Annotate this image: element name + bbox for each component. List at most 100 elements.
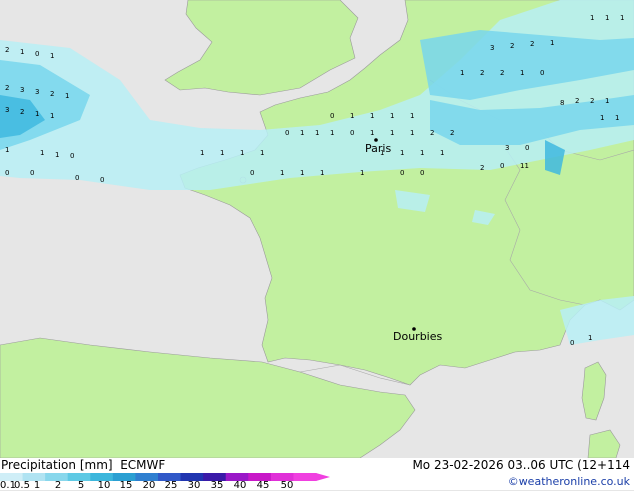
legend-tick-label: 10: [97, 480, 111, 491]
svg-text:1: 1: [615, 114, 619, 122]
legend-tick-label: 30: [187, 480, 201, 491]
svg-text:0: 0: [30, 169, 34, 177]
svg-text:3: 3: [20, 86, 24, 94]
credit-link[interactable]: ©weatheronline.co.uk: [508, 475, 630, 488]
svg-text:2: 2: [20, 108, 24, 116]
legend-footer: Precipitation [mm] ECMWF Mo 23-02-2026 0…: [0, 458, 634, 491]
svg-text:1: 1: [605, 97, 609, 105]
svg-text:2: 2: [5, 84, 9, 92]
svg-text:1: 1: [588, 334, 592, 342]
svg-text:1: 1: [520, 69, 524, 77]
legend-tick-label: 45: [256, 480, 270, 491]
svg-text:1: 1: [360, 169, 364, 177]
svg-text:2: 2: [500, 69, 504, 77]
svg-text:1: 1: [370, 129, 374, 137]
svg-text:2: 2: [480, 164, 484, 172]
svg-text:0: 0: [285, 129, 289, 137]
svg-text:1: 1: [590, 14, 594, 22]
svg-text:1: 1: [420, 149, 424, 157]
svg-text:3: 3: [35, 88, 39, 96]
svg-text:2: 2: [50, 90, 54, 98]
svg-text:0: 0: [540, 69, 544, 77]
svg-text:0: 0: [400, 169, 404, 177]
legend-tick-label: 2: [54, 480, 62, 491]
svg-text:0: 0: [330, 112, 334, 120]
svg-text:0: 0: [420, 169, 424, 177]
svg-text:11: 11: [520, 162, 529, 170]
svg-text:1: 1: [55, 151, 59, 159]
svg-text:0: 0: [525, 144, 529, 152]
svg-text:1: 1: [410, 112, 414, 120]
svg-text:0: 0: [250, 169, 254, 177]
svg-text:2: 2: [430, 129, 434, 137]
svg-text:1: 1: [65, 92, 69, 100]
svg-text:2: 2: [530, 40, 534, 48]
svg-text:0: 0: [570, 339, 574, 347]
svg-text:1: 1: [300, 129, 304, 137]
legend-tick-label: 0.5: [14, 480, 30, 491]
svg-text:2: 2: [450, 129, 454, 137]
legend-tick-label: 25: [164, 480, 178, 491]
svg-text:1: 1: [600, 114, 604, 122]
svg-text:0: 0: [35, 50, 39, 58]
product-label: Precipitation [mm]: [1, 458, 113, 472]
svg-text:1: 1: [240, 149, 244, 157]
svg-text:1: 1: [50, 52, 54, 60]
map-title: Precipitation [mm] ECMWF: [1, 458, 165, 472]
legend-tick-label: 1: [33, 480, 41, 491]
legend-overflow-arrow: [316, 473, 330, 481]
svg-text:1: 1: [400, 149, 404, 157]
svg-text:0: 0: [100, 176, 104, 184]
svg-text:0: 0: [350, 129, 354, 137]
svg-text:1: 1: [440, 149, 444, 157]
svg-text:1: 1: [5, 146, 9, 154]
legend-tick-label: 20: [142, 480, 156, 491]
legend-tick-label: 40: [233, 480, 247, 491]
svg-text:1: 1: [370, 112, 374, 120]
svg-text:1: 1: [300, 169, 304, 177]
svg-text:1: 1: [315, 129, 319, 137]
city-label-paris: Paris: [365, 142, 392, 155]
svg-text:3: 3: [5, 106, 9, 114]
svg-text:2: 2: [5, 46, 9, 54]
svg-text:1: 1: [35, 110, 39, 118]
svg-text:1: 1: [620, 14, 624, 22]
svg-text:1: 1: [40, 149, 44, 157]
svg-text:1: 1: [350, 112, 354, 120]
city-label-dourbies: Dourbies: [393, 330, 443, 343]
svg-text:2: 2: [480, 69, 484, 77]
svg-text:3: 3: [505, 144, 509, 152]
svg-text:1: 1: [390, 129, 394, 137]
svg-text:1: 1: [260, 149, 264, 157]
weather-map-view: 2101 23321 3211 1110 0000 01110 11122 01…: [0, 0, 634, 491]
svg-text:1: 1: [330, 129, 334, 137]
svg-text:1: 1: [220, 149, 224, 157]
svg-text:1: 1: [320, 169, 324, 177]
svg-text:0: 0: [5, 169, 9, 177]
svg-text:3: 3: [490, 44, 494, 52]
legend-tick-label: 5: [77, 480, 85, 491]
svg-text:2: 2: [590, 97, 594, 105]
svg-text:2: 2: [510, 42, 514, 50]
svg-text:0: 0: [500, 162, 504, 170]
svg-text:1: 1: [390, 112, 394, 120]
legend-tick-label: 35: [210, 480, 224, 491]
svg-text:1: 1: [460, 69, 464, 77]
precipitation-map: 2101 23321 3211 1110 0 00 0 01110 11122 01…: [0, 0, 634, 458]
svg-text:2: 2: [575, 97, 579, 105]
model-label: ECMWF: [120, 458, 166, 472]
svg-text:1: 1: [410, 129, 414, 137]
svg-text:1: 1: [20, 48, 24, 56]
svg-text:1: 1: [50, 112, 54, 120]
svg-text:0: 0: [75, 174, 79, 182]
svg-text:1: 1: [550, 39, 554, 47]
valid-time-label: Mo 23-02-2026 03..06 UTC (12+114: [412, 458, 630, 472]
svg-text:1: 1: [200, 149, 204, 157]
svg-text:1: 1: [605, 14, 609, 22]
svg-text:1: 1: [280, 169, 284, 177]
legend-tick-label: 50: [280, 480, 294, 491]
legend-tick-label: 15: [119, 480, 133, 491]
legend-swatch: [293, 473, 317, 481]
svg-text:0: 0: [70, 152, 74, 160]
svg-text:8: 8: [560, 99, 564, 107]
